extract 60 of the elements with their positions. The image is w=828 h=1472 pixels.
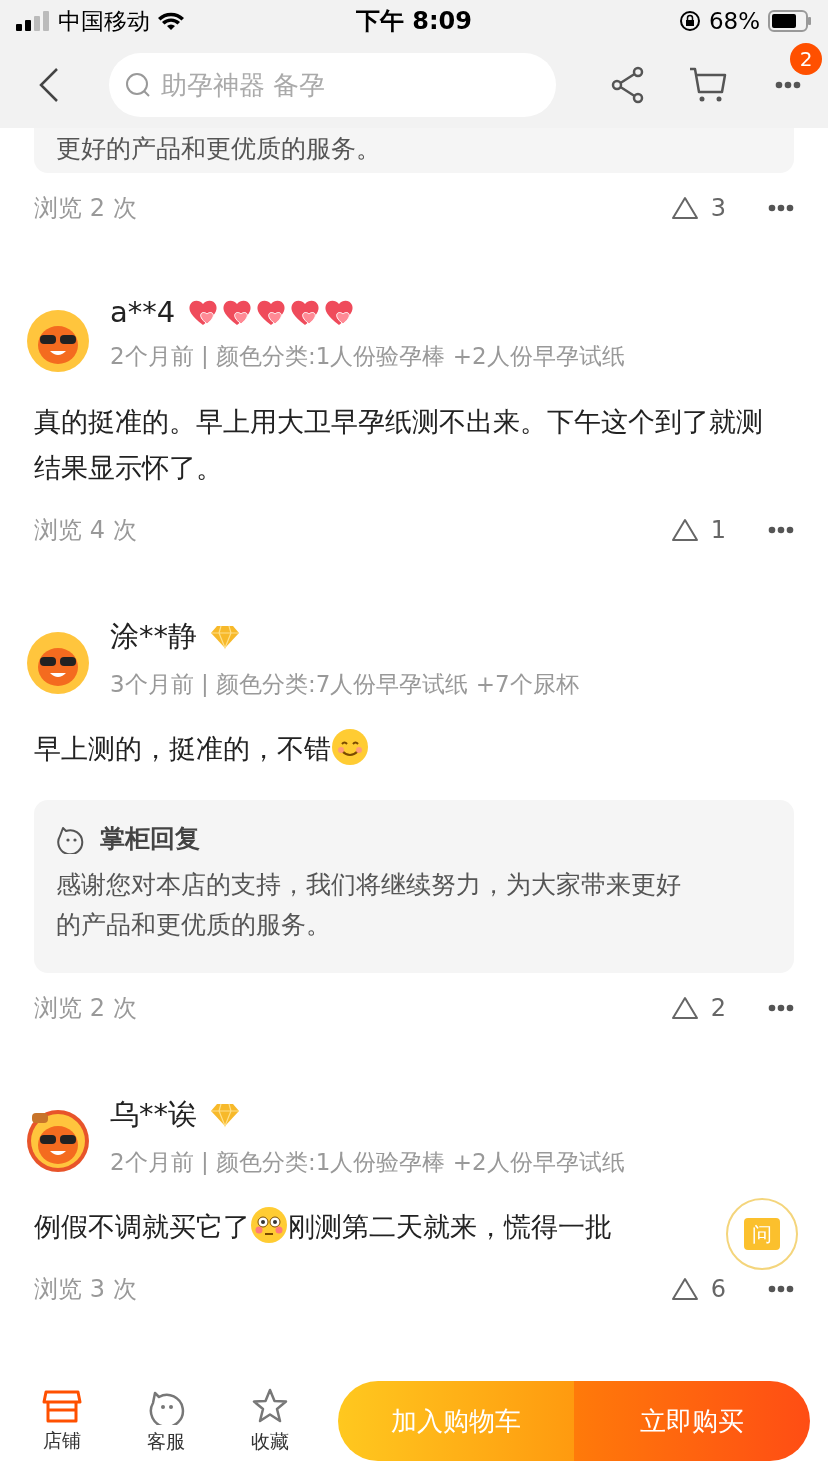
battery-icon bbox=[768, 10, 812, 32]
like-button[interactable]: 2 bbox=[670, 994, 726, 1022]
notification-badge: 2 bbox=[790, 43, 822, 75]
mascot-avatar-drawing bbox=[26, 631, 90, 695]
more-icon bbox=[768, 1004, 794, 1012]
review-text: 例假不调就买它了 刚测第二天就来，慌得一批 bbox=[34, 1204, 612, 1250]
view-count: 浏览 4 次 bbox=[34, 515, 138, 546]
rotation-lock-icon bbox=[678, 10, 701, 32]
share-icon bbox=[610, 66, 646, 104]
reply-title: 掌柜回复 bbox=[100, 823, 200, 855]
view-count: 浏览 2 次 bbox=[34, 993, 138, 1024]
thumb-triangle-icon bbox=[670, 1277, 699, 1301]
user-name: 乌**诶 bbox=[110, 1096, 197, 1133]
more-icon bbox=[768, 526, 794, 534]
star-icon bbox=[251, 1387, 289, 1425]
thumb-triangle-icon bbox=[670, 996, 699, 1020]
reply-text: 更好的产品和更优质的服务。 bbox=[56, 134, 381, 163]
diamond-icon bbox=[209, 624, 241, 650]
view-count: 浏览 2 次 bbox=[34, 193, 138, 224]
thumb-triangle-icon bbox=[670, 518, 699, 542]
thumb-triangle-icon bbox=[670, 196, 699, 220]
smiling-emoji-icon bbox=[331, 728, 369, 766]
more-button[interactable] bbox=[768, 526, 794, 534]
diamond-icon bbox=[209, 1102, 241, 1128]
cart-icon bbox=[688, 66, 728, 104]
bottom-tab[interactable]: 客服 bbox=[114, 1387, 218, 1455]
more-button[interactable] bbox=[768, 1004, 794, 1012]
wifi-icon bbox=[158, 11, 184, 31]
more-icon bbox=[768, 1285, 794, 1293]
more-button[interactable] bbox=[768, 204, 794, 212]
status-time: 下午 8:09 bbox=[355, 6, 473, 37]
more-button[interactable] bbox=[768, 1285, 794, 1293]
like-button[interactable]: 1 bbox=[670, 516, 726, 544]
buy-now-button[interactable]: 立即购买 bbox=[574, 1381, 810, 1461]
carrier-name: 中国移动 bbox=[58, 6, 150, 36]
shop-icon bbox=[42, 1388, 82, 1424]
search-input[interactable]: 助孕神器 备孕 bbox=[158, 69, 539, 101]
review-meta: 2个月前 | 颜色分类:1人份验孕棒 +2人份早孕试纸 bbox=[110, 342, 625, 371]
review-text: 真的挺准的。早上用大卫早孕纸测不出来。下午这个到了就测结果显示怀了。 bbox=[34, 405, 764, 485]
search-field[interactable]: 助孕神器 备孕 bbox=[108, 53, 556, 117]
bottom-tab[interactable]: 收藏 bbox=[218, 1387, 322, 1455]
review-meta: 2个月前 | 颜色分类:1人份验孕棒 +2人份早孕试纸 bbox=[110, 1148, 625, 1177]
more-icon bbox=[775, 81, 801, 89]
user-name: a**4 bbox=[110, 295, 176, 329]
user-name: 涂**静 bbox=[110, 618, 197, 655]
like-button[interactable]: 3 bbox=[670, 194, 726, 222]
flushed-emoji-icon bbox=[250, 1206, 288, 1244]
bottom-tab[interactable]: 店铺 bbox=[10, 1388, 114, 1454]
review-meta: 3个月前 | 颜色分类:7人份早孕试纸 +7个尿杯 bbox=[110, 670, 579, 699]
mascot-avatar-drawing bbox=[26, 1109, 90, 1173]
back-icon bbox=[38, 67, 61, 103]
more-icon bbox=[768, 204, 794, 212]
review-text: 早上测的，挺准的，不错 bbox=[34, 726, 369, 772]
mascot-avatar-drawing bbox=[26, 309, 90, 373]
reply-text: 感谢您对本店的支持，我们将继续努力，为大家带来更好的产品和更优质的服务。 bbox=[56, 869, 682, 941]
search-icon bbox=[124, 72, 151, 98]
signal-icon bbox=[16, 11, 50, 31]
view-count: 浏览 3 次 bbox=[34, 1274, 138, 1305]
battery-percent: 68% bbox=[708, 8, 760, 34]
like-button[interactable]: 6 bbox=[670, 1275, 726, 1303]
